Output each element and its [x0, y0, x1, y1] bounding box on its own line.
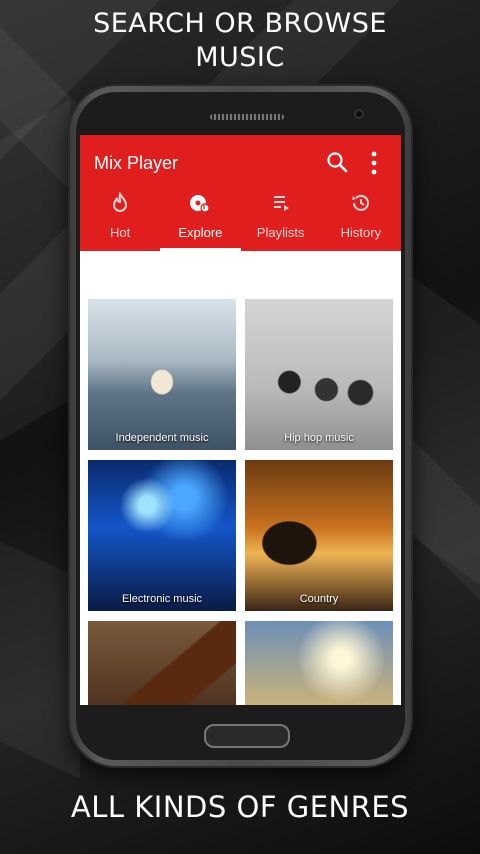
genre-label: Independent music — [115, 432, 209, 444]
more-vert-icon[interactable] — [369, 150, 379, 176]
playlist-icon — [273, 196, 289, 211]
genre-card-electronic[interactable]: Electronic music — [88, 460, 236, 611]
app-bar: Mix Player Hot Explore Playlists History — [80, 135, 401, 251]
music-disc-icon — [190, 195, 210, 213]
flame-icon — [113, 192, 128, 212]
background-shard — [410, 275, 480, 585]
tab-playlists[interactable]: Playlists — [241, 189, 321, 251]
genre-card-classical[interactable] — [88, 621, 236, 705]
tab-label: Playlists — [256, 225, 305, 240]
search-icon[interactable] — [326, 151, 348, 173]
history-icon — [351, 194, 369, 211]
promo-headline: MUSIC — [195, 42, 285, 73]
tab-label: Explore — [178, 225, 223, 240]
tab-label: Hot — [110, 225, 131, 240]
tab-bar: Hot Explore Playlists History — [80, 189, 401, 251]
app-screen: Mix Player Hot Explore Playlists History… — [80, 135, 401, 705]
tab-label: History — [340, 225, 382, 240]
promo-headline: SEARCH OR BROWSE — [93, 8, 387, 39]
front-camera — [354, 109, 364, 119]
home-button[interactable] — [204, 724, 290, 748]
app-title: Mix Player — [94, 153, 179, 173]
genre-card-independent[interactable]: Independent music — [88, 299, 236, 450]
genre-card-country[interactable]: Country — [245, 460, 393, 611]
background-shard — [0, 99, 70, 441]
active-tab-indicator — [160, 248, 241, 251]
tab-hot[interactable]: Hot — [80, 189, 160, 251]
background-shard — [0, 541, 80, 779]
tab-explore[interactable]: Explore — [160, 189, 241, 251]
promo-footer: ALL KINDS OF GENRES — [70, 790, 410, 824]
genre-label: Electronic music — [121, 593, 203, 605]
speaker-grille — [210, 114, 284, 120]
genre-card-inspirational[interactable] — [245, 621, 393, 705]
genre-label: Country — [299, 593, 339, 605]
genre-label: Hip hop music — [284, 432, 354, 444]
tab-history[interactable]: History — [321, 189, 401, 251]
genre-card-hip-hop[interactable]: Hip hop music — [245, 299, 393, 450]
